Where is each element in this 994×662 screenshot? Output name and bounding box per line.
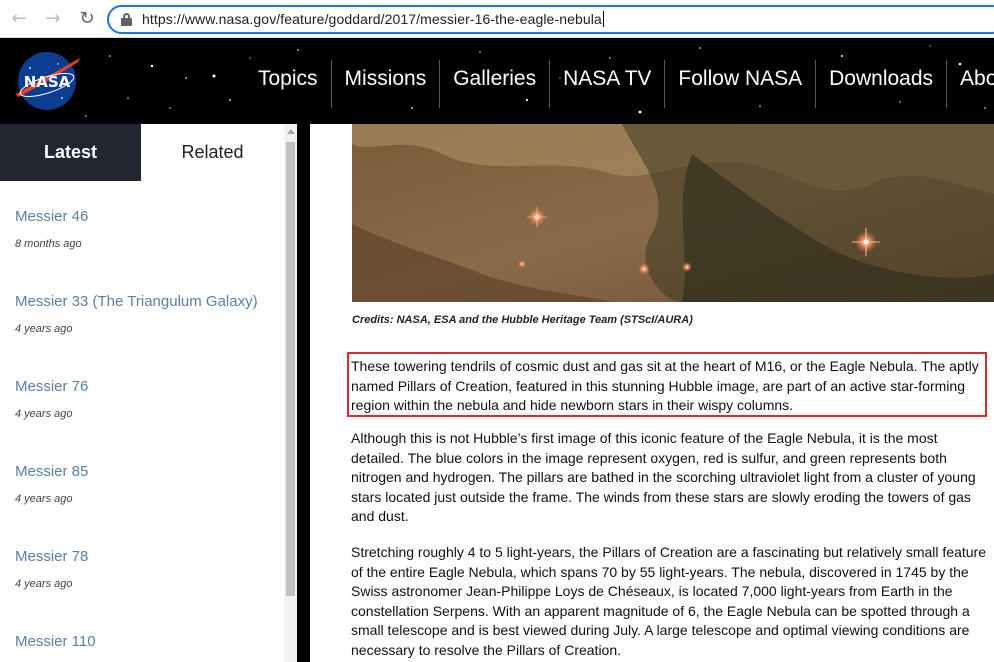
- list-item-age: 4 years ago: [15, 578, 73, 590]
- arrow-left-icon: ←: [11, 8, 27, 29]
- tab-latest[interactable]: Latest: [0, 124, 141, 181]
- list-item-title[interactable]: Messier 76: [15, 378, 88, 395]
- list-item[interactable]: Messier 85 4 years ago: [15, 463, 88, 505]
- reload-icon: ↻: [79, 8, 95, 29]
- scrollbar-thumb[interactable]: [286, 142, 295, 596]
- arrow-right-icon: →: [45, 8, 61, 29]
- list-item-title[interactable]: Messier 85: [15, 463, 88, 480]
- list-item-title[interactable]: Messier 110: [15, 633, 96, 650]
- nav-nasa-tv[interactable]: NASA TV: [549, 60, 664, 108]
- list-item-age: 4 years ago: [15, 408, 73, 420]
- nasa-logo[interactable]: NASA: [12, 50, 82, 112]
- nav-about[interactable]: About: [946, 60, 994, 108]
- list-item-age: 4 years ago: [15, 323, 73, 335]
- list-item-age: 4 years ago: [15, 493, 73, 505]
- sidebar: Latest Related Messier 46 8 months ago M…: [0, 124, 284, 662]
- address-bar[interactable]: https://www.nasa.gov/feature/goddard/201…: [107, 5, 994, 34]
- image-credit: Credits: NASA, ESA and the Hubble Herita…: [352, 314, 693, 326]
- reload-button[interactable]: ↻: [76, 8, 98, 30]
- article-paragraph-2: Although this is not Hubble’s first imag…: [351, 430, 976, 525]
- sidebar-scrollbar[interactable]: [284, 124, 297, 662]
- list-item-age: 8 months ago: [15, 238, 82, 250]
- nav-topics[interactable]: Topics: [245, 60, 331, 108]
- list-item[interactable]: Messier 110: [15, 633, 96, 650]
- article-paragraph-3: Stretching roughly 4 to 5 light-years, t…: [351, 544, 986, 658]
- url-input[interactable]: https://www.nasa.gov/feature/goddard/201…: [142, 11, 604, 27]
- divider: [297, 124, 310, 662]
- site-header: NASA Topics Missions Galleries NASA TV F…: [0, 38, 994, 124]
- nav-follow-nasa[interactable]: Follow NASA: [664, 60, 815, 108]
- article-paragraph-1: These towering tendrils of cosmic dust a…: [351, 358, 979, 414]
- forward-button[interactable]: →: [42, 8, 64, 30]
- list-item[interactable]: Messier 78 4 years ago: [15, 548, 88, 590]
- nasa-logo-text: NASA: [24, 73, 71, 91]
- lock-icon[interactable]: [121, 13, 132, 26]
- scroll-up-icon[interactable]: [287, 129, 295, 134]
- list-item-title[interactable]: Messier 46: [15, 208, 88, 225]
- list-item[interactable]: Messier 76 4 years ago: [15, 378, 88, 420]
- sidebar-tabs: Latest Related: [0, 124, 284, 181]
- article-content: Credits: NASA, ESA and the Hubble Herita…: [310, 124, 994, 662]
- main-navigation: Topics Missions Galleries NASA TV Follow…: [245, 60, 994, 108]
- back-button[interactable]: ←: [8, 8, 30, 30]
- nav-galleries[interactable]: Galleries: [439, 60, 549, 108]
- browser-toolbar: ← → ↻ https://www.nasa.gov/feature/godda…: [0, 0, 994, 38]
- tab-related[interactable]: Related: [141, 124, 284, 181]
- nav-missions[interactable]: Missions: [330, 60, 440, 108]
- nav-downloads[interactable]: Downloads: [815, 60, 946, 108]
- list-item-title[interactable]: Messier 78: [15, 548, 88, 565]
- list-item-title[interactable]: Messier 33 (The Triangulum Galaxy): [15, 293, 258, 310]
- list-item[interactable]: Messier 33 (The Triangulum Galaxy) 4 yea…: [15, 293, 258, 335]
- eagle-nebula-image: [352, 124, 994, 302]
- list-item[interactable]: Messier 46 8 months ago: [15, 208, 88, 250]
